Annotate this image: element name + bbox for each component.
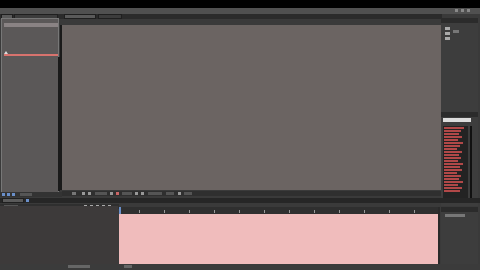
project-selection-bar [4, 54, 58, 56]
timeline-layers-area[interactable] [0, 206, 118, 264]
ruler-tick [414, 210, 415, 213]
grid-icon[interactable] [82, 192, 85, 195]
ruler-tick [364, 210, 365, 213]
list-item[interactable] [444, 136, 462, 138]
resolution-dropdown[interactable] [122, 192, 132, 195]
list-item[interactable] [444, 139, 458, 141]
ruler-tick [339, 210, 340, 213]
list-item[interactable] [444, 133, 459, 135]
list-item[interactable] [444, 157, 461, 159]
close-tab-icon[interactable] [26, 199, 29, 202]
minimize-icon[interactable] [455, 9, 458, 12]
effects-panel-header [441, 112, 478, 117]
new-item-icon[interactable] [7, 193, 10, 196]
preview-controls[interactable] [445, 214, 465, 217]
info-readout [445, 27, 450, 30]
project-toolbar [0, 192, 62, 197]
mask-icon[interactable] [88, 192, 91, 195]
timecode-field[interactable] [95, 192, 107, 195]
info-readout [445, 32, 450, 35]
list-item[interactable] [444, 178, 459, 180]
new-folder-icon[interactable] [2, 193, 5, 196]
ruler-tick [289, 210, 290, 213]
playhead-icon[interactable] [119, 207, 121, 214]
viewer-panel-header [62, 14, 442, 19]
timeline-panel-header [0, 198, 480, 203]
info-readout [445, 37, 450, 40]
ruler-tick [314, 210, 315, 213]
viewer-status-bar [62, 191, 442, 196]
tab-footage[interactable] [98, 14, 122, 19]
timeline-scrollbar[interactable] [438, 207, 440, 264]
list-item[interactable] [444, 187, 462, 189]
list-item[interactable] [444, 166, 460, 168]
color-channel-icon[interactable] [116, 192, 119, 195]
toggle-switches-button[interactable] [68, 265, 90, 268]
close-icon[interactable] [467, 9, 470, 12]
tab-timeline[interactable] [2, 198, 24, 203]
effects-scrollbar[interactable] [470, 126, 472, 198]
timeline-tracks-area[interactable] [119, 214, 438, 264]
composition-viewer[interactable] [62, 25, 442, 190]
delete-icon[interactable] [12, 193, 15, 196]
timeline-ruler[interactable] [119, 207, 438, 214]
bit-depth-field[interactable] [20, 193, 32, 196]
list-item[interactable] [444, 175, 461, 177]
editor-app [0, 8, 480, 270]
list-item[interactable] [444, 154, 459, 156]
views-dropdown[interactable] [166, 192, 174, 195]
info-panel-header [441, 18, 478, 23]
ruler-tick [264, 210, 265, 213]
ruler-tick [164, 210, 165, 213]
exposure-field[interactable] [184, 192, 192, 195]
list-item[interactable] [444, 181, 463, 183]
list-item[interactable] [444, 148, 457, 150]
ruler-tick [139, 210, 140, 213]
viewer-left-border [60, 25, 62, 190]
camera-icon[interactable] [110, 192, 113, 195]
effects-search-input[interactable] [443, 118, 471, 122]
ruler-tick [214, 210, 215, 213]
tab-composition[interactable] [64, 14, 96, 19]
view-dropdown[interactable] [148, 192, 162, 195]
list-item[interactable] [444, 160, 458, 162]
project-panel [1, 18, 60, 193]
preview-panel [441, 212, 478, 264]
fast-preview-icon[interactable] [178, 192, 181, 195]
list-item[interactable] [444, 127, 464, 129]
list-item[interactable] [444, 142, 463, 144]
list-item[interactable] [444, 169, 462, 171]
effects-list[interactable] [443, 126, 468, 198]
project-item[interactable] [4, 23, 58, 27]
list-item[interactable] [444, 130, 461, 132]
ruler-tick [389, 210, 390, 213]
ruler-tick [189, 210, 190, 213]
list-item[interactable] [444, 172, 457, 174]
info-readout [453, 30, 459, 33]
zoom-slider[interactable] [124, 265, 132, 268]
maximize-icon[interactable] [461, 9, 464, 12]
transparency-icon[interactable] [141, 192, 144, 195]
ruler-tick [239, 210, 240, 213]
list-item[interactable] [444, 184, 458, 186]
list-item[interactable] [444, 163, 463, 165]
status-bar [0, 264, 480, 270]
zoom-dropdown[interactable] [72, 192, 76, 195]
list-item[interactable] [444, 151, 462, 153]
list-item[interactable] [444, 145, 460, 147]
list-item[interactable] [444, 190, 460, 192]
region-icon[interactable] [135, 192, 138, 195]
